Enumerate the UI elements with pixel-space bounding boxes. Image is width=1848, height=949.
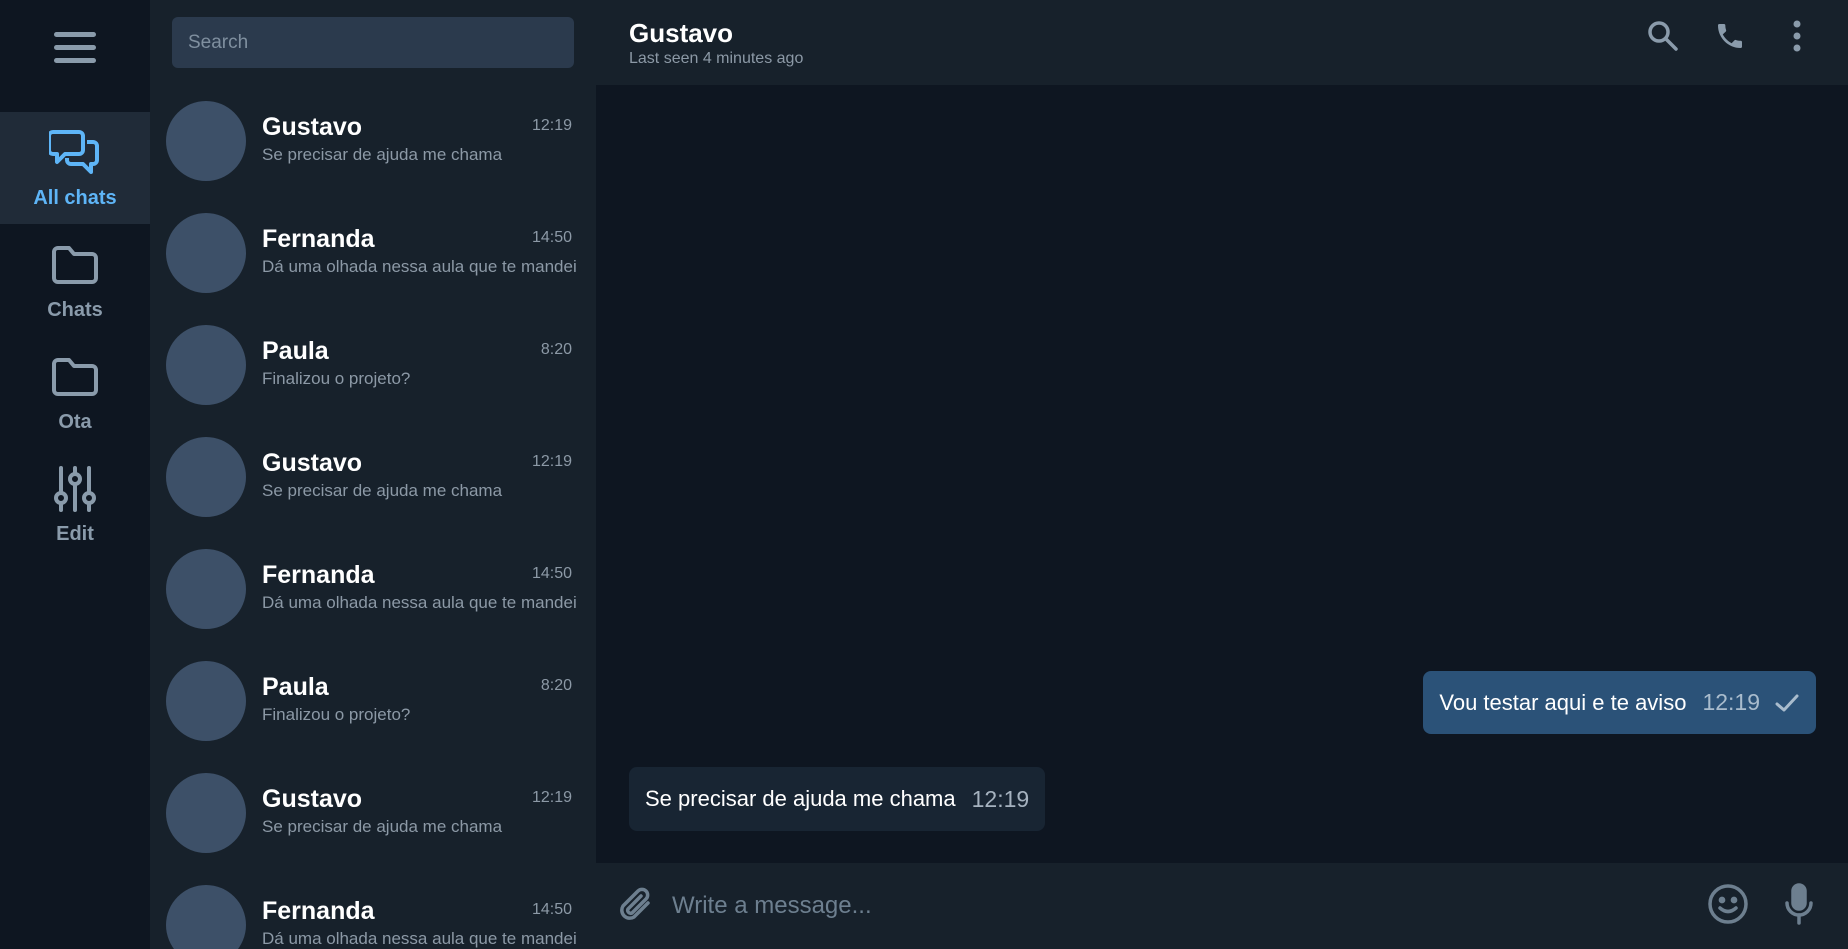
chat-list-item[interactable]: Gustavo 12:19 Se precisar de ajuda me ch… xyxy=(150,85,596,197)
chat-list-item[interactable]: Fernanda 14:50 Dá uma olhada nessa aula … xyxy=(150,533,596,645)
chat-preview: Finalizou o projeto? xyxy=(262,369,411,388)
emoji-button[interactable] xyxy=(1705,883,1751,929)
chat-name: Fernanda xyxy=(262,561,375,589)
folder-all-chats[interactable]: All chats xyxy=(0,112,150,224)
emoji-icon xyxy=(1707,883,1749,930)
chat-preview: Dá uma olhada nessa aula que te mandei xyxy=(262,593,577,612)
check-icon xyxy=(1774,692,1800,714)
avatar xyxy=(166,325,246,405)
avatar xyxy=(166,885,246,949)
voice-record-button[interactable] xyxy=(1777,882,1821,931)
folder-ota[interactable]: Ota xyxy=(0,336,150,448)
outgoing-message[interactable]: Vou testar aqui e te aviso 12:19 xyxy=(1423,671,1816,734)
folder-label: Edit xyxy=(56,522,94,545)
conversation-header: Gustavo Last seen 4 minutes ago xyxy=(596,0,1848,85)
message-time: 12:19 xyxy=(1702,689,1760,715)
avatar xyxy=(166,661,246,741)
attach-button[interactable] xyxy=(614,885,658,929)
chat-time: 14:50 xyxy=(531,565,572,582)
message-text: Vou testar aqui e te aviso xyxy=(1439,689,1687,715)
call-button[interactable] xyxy=(1710,18,1750,58)
message-time: 12:19 xyxy=(971,785,1030,812)
avatar xyxy=(166,213,246,293)
chat-time: 14:50 xyxy=(531,229,572,246)
hamburger-menu-icon xyxy=(54,30,96,71)
sliders-icon xyxy=(49,463,101,515)
chat-list-panel: Gustavo 12:19 Se precisar de ajuda me ch… xyxy=(150,0,596,949)
chat-preview: Se precisar de ajuda me chama xyxy=(262,817,503,836)
microphone-icon xyxy=(1783,882,1815,931)
conversation-title[interactable]: Gustavo xyxy=(629,18,733,49)
search-box xyxy=(172,17,574,68)
chat-time: 12:19 xyxy=(531,453,572,470)
chat-name: Paula xyxy=(262,673,329,701)
folder-label: All chats xyxy=(33,186,117,209)
chat-name: Paula xyxy=(262,337,329,365)
message-text: Se precisar de ajuda me chama xyxy=(645,786,956,811)
chat-list-item[interactable]: Gustavo 12:19 Se precisar de ajuda me ch… xyxy=(150,421,596,533)
chat-name: Gustavo xyxy=(262,785,363,813)
chat-time: 8:20 xyxy=(540,341,572,358)
chat-preview: Dá uma olhada nessa aula que te mandei xyxy=(262,257,577,276)
chat-time: 12:19 xyxy=(531,789,572,806)
phone-icon xyxy=(1714,20,1746,57)
avatar xyxy=(166,773,246,853)
more-vertical-icon xyxy=(1792,20,1802,57)
message-composer xyxy=(596,863,1848,949)
folder-label: Ota xyxy=(58,410,92,433)
folder-chats[interactable]: Chats xyxy=(0,224,150,336)
chat-time: 12:19 xyxy=(531,117,572,134)
chat-list-item[interactable]: Gustavo 12:19 Se precisar de ajuda me ch… xyxy=(150,757,596,869)
folder-edit[interactable]: Edit xyxy=(0,448,150,560)
chat-list-item[interactable]: Paula 8:20 Finalizou o projeto? xyxy=(150,309,596,421)
chat-preview: Se precisar de ajuda me chama xyxy=(262,481,503,500)
conversation-pane: Gustavo Last seen 4 minutes ago Vou test… xyxy=(596,0,1848,949)
search-button[interactable] xyxy=(1643,18,1683,58)
chat-name: Fernanda xyxy=(262,897,375,925)
paperclip-icon xyxy=(618,885,654,930)
incoming-message[interactable]: Se precisar de ajuda me chama 12:19 xyxy=(629,767,1046,831)
chat-name: Gustavo xyxy=(262,449,363,477)
chat-list-item[interactable]: Paula 8:20 Finalizou o projeto? xyxy=(150,645,596,757)
chat-bubbles-icon xyxy=(49,127,101,179)
message-input[interactable] xyxy=(672,881,1672,931)
chat-name: Fernanda xyxy=(262,225,375,253)
search-input[interactable] xyxy=(172,17,574,68)
search-icon xyxy=(1647,20,1679,57)
chat-time: 8:20 xyxy=(540,677,572,694)
chat-preview: Se precisar de ajuda me chama xyxy=(262,145,503,164)
folder-label: Chats xyxy=(47,298,103,321)
chat-list-item[interactable]: Fernanda 14:50 Dá uma olhada nessa aula … xyxy=(150,197,596,309)
chat-list-item[interactable]: Fernanda 14:50 Dá uma olhada nessa aula … xyxy=(150,869,596,949)
telegram-app: All chats Chats Ota Edit Search Gustavo … xyxy=(0,0,1848,949)
avatar xyxy=(166,101,246,181)
chat-name: Gustavo xyxy=(262,113,363,141)
avatar xyxy=(166,549,246,629)
folder-icon xyxy=(49,351,101,403)
more-options-button[interactable] xyxy=(1777,18,1817,58)
chat-preview: Dá uma olhada nessa aula que te mandei xyxy=(262,929,577,948)
avatar xyxy=(166,437,246,517)
main-menu-button[interactable] xyxy=(0,0,150,100)
chat-time: 14:50 xyxy=(531,901,572,918)
folder-icon xyxy=(49,239,101,291)
folder-rail: All chats Chats Ota Edit xyxy=(0,0,150,949)
last-seen-status: Last seen 4 minutes ago xyxy=(629,50,804,67)
chat-preview: Finalizou o projeto? xyxy=(262,705,411,724)
